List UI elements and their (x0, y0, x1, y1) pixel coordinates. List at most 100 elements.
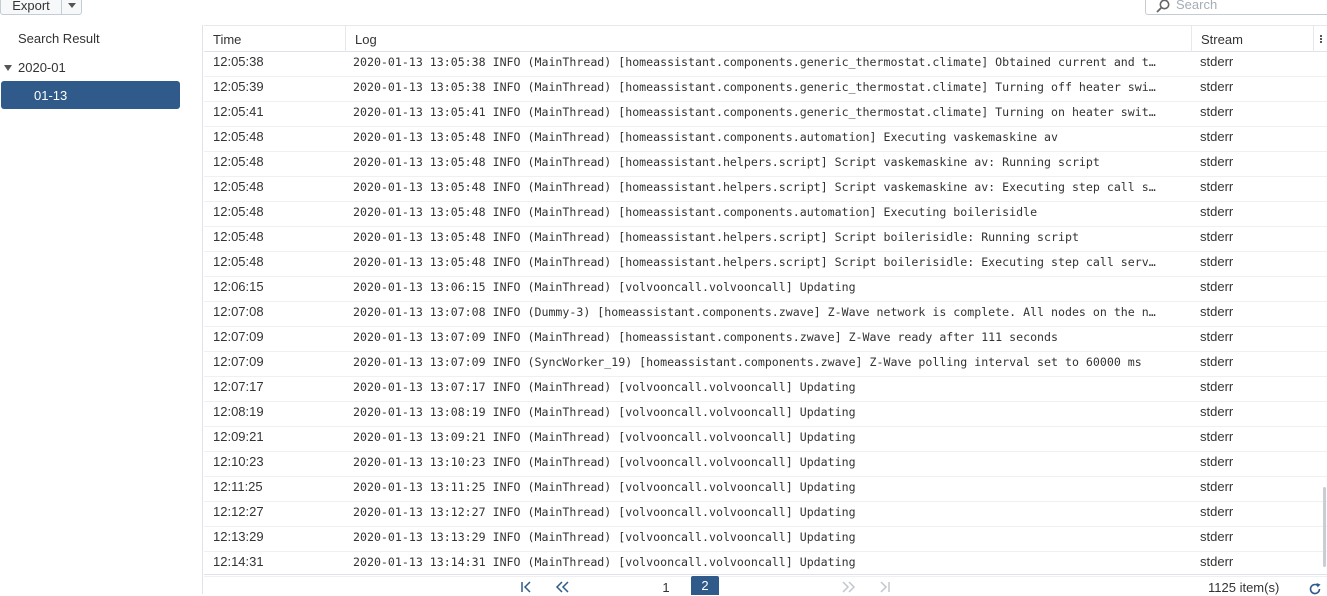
first-page-icon (521, 581, 531, 593)
cell-time: 12:13:29 (213, 529, 264, 544)
table-row[interactable]: 12:06:15 2020-01-13 13:06:15 INFO (MainTh… (204, 277, 1327, 302)
column-header-log[interactable]: Log (346, 26, 1192, 52)
cell-log: 2020-01-13 13:06:15 INFO (MainThread) [v… (353, 280, 856, 294)
cell-stream: stderr (1200, 254, 1234, 269)
cell-log: 2020-01-13 13:07:09 INFO (MainThread) [h… (353, 330, 1058, 344)
table-row[interactable]: 12:11:25 2020-01-13 13:11:25 INFO (MainTh… (204, 477, 1327, 502)
table-row[interactable]: 12:09:21 2020-01-13 13:09:21 INFO (MainTh… (204, 427, 1327, 452)
cell-log: 2020-01-13 13:05:48 INFO (MainThread) [h… (353, 155, 1100, 169)
last-page-icon (880, 581, 890, 593)
table-row[interactable]: 12:05:39 2020-01-13 13:05:38 INFO (MainTh… (204, 77, 1327, 102)
cell-stream: stderr (1200, 279, 1234, 294)
cell-time: 12:05:38 (213, 54, 264, 69)
cell-time: 12:07:08 (213, 304, 264, 319)
cell-stream: stderr (1200, 154, 1234, 169)
table-row[interactable]: 12:07:09 2020-01-13 13:07:09 INFO (MainTh… (204, 327, 1327, 352)
cell-log: 2020-01-13 13:07:08 INFO (Dummy-3) [home… (353, 305, 1156, 319)
table-row[interactable]: 12:13:29 2020-01-13 13:13:29 INFO (MainTh… (204, 527, 1327, 552)
tree-node-year[interactable]: 2020-01 (4, 60, 66, 75)
cell-time: 12:12:27 (213, 504, 264, 519)
toolbar: Export (0, 0, 1327, 24)
cell-time: 12:05:48 (213, 229, 264, 244)
cell-time: 12:10:23 (213, 454, 264, 469)
column-header-stream[interactable]: Stream (1192, 26, 1314, 52)
cell-log: 2020-01-13 13:05:38 INFO (MainThread) [h… (353, 80, 1156, 94)
table-row[interactable]: 12:10:23 2020-01-13 13:10:23 INFO (MainTh… (204, 452, 1327, 477)
tree-node-day-label: 01-13 (34, 87, 68, 103)
column-header-time[interactable]: Time (204, 26, 346, 52)
cell-time: 12:14:31 (213, 554, 264, 569)
double-chevron-right-icon (842, 581, 856, 593)
export-dropdown-button[interactable] (61, 0, 82, 15)
cell-stream: stderr (1200, 54, 1234, 69)
cell-time: 12:05:48 (213, 204, 264, 219)
cell-time: 12:05:48 (213, 129, 264, 144)
cell-time: 12:11:25 (213, 479, 263, 494)
cell-log: 2020-01-13 13:05:48 INFO (MainThread) [h… (353, 230, 1079, 244)
cell-log: 2020-01-13 13:07:17 INFO (MainThread) [v… (353, 380, 856, 394)
export-button[interactable]: Export (0, 0, 62, 15)
table-row[interactable]: 12:07:09 2020-01-13 13:07:09 INFO (SyncWo… (204, 352, 1327, 377)
sidebar: Search Result 2020-01 01-13 (0, 25, 203, 594)
next-page-button[interactable] (839, 579, 857, 595)
column-menu-button[interactable] (1314, 26, 1327, 52)
cell-stream: stderr (1200, 354, 1234, 369)
cell-log: 2020-01-13 13:05:48 INFO (MainThread) [h… (353, 205, 1038, 219)
cell-log: 2020-01-13 13:13:29 INFO (MainThread) [v… (353, 530, 856, 544)
cell-stream: stderr (1200, 454, 1234, 469)
expand-triangle-icon[interactable] (4, 64, 12, 71)
tree-node-search-result[interactable]: Search Result (18, 31, 100, 46)
cell-log: 2020-01-13 13:05:48 INFO (MainThread) [h… (353, 180, 1156, 194)
cell-stream: stderr (1200, 104, 1234, 119)
table-row[interactable]: 12:05:38 2020-01-13 13:05:38 INFO (MainTh… (204, 52, 1327, 77)
table-row[interactable]: 12:12:27 2020-01-13 13:12:27 INFO (MainTh… (204, 502, 1327, 527)
table-row[interactable]: 12:05:48 2020-01-13 13:05:48 INFO (MainTh… (204, 227, 1327, 252)
chevron-down-icon (67, 3, 76, 8)
cell-time: 12:07:09 (213, 329, 264, 344)
table-row[interactable]: 12:07:17 2020-01-13 13:07:17 INFO (MainTh… (204, 377, 1327, 402)
cell-log: 2020-01-13 13:05:48 INFO (MainThread) [h… (353, 255, 1156, 269)
cell-stream: stderr (1200, 329, 1234, 344)
cell-log: 2020-01-13 13:12:27 INFO (MainThread) [v… (353, 505, 856, 519)
table-row[interactable]: 12:05:48 2020-01-13 13:05:48 INFO (MainTh… (204, 177, 1327, 202)
tree-node-day-selected[interactable]: 01-13 (1, 81, 180, 109)
cell-stream: stderr (1200, 529, 1234, 544)
cell-stream: stderr (1200, 504, 1234, 519)
cell-stream: stderr (1200, 129, 1234, 144)
cell-time: 12:08:19 (213, 404, 264, 419)
search-input[interactable] (1176, 0, 1326, 12)
table-row[interactable]: 12:07:08 2020-01-13 13:07:08 INFO (Dummy-… (204, 302, 1327, 327)
last-page-button[interactable] (877, 579, 893, 595)
cell-stream: stderr (1200, 304, 1234, 319)
cell-time: 12:05:48 (213, 154, 264, 169)
cell-time: 12:07:09 (213, 354, 264, 369)
cell-stream: stderr (1200, 379, 1234, 394)
table-row[interactable]: 12:05:48 2020-01-13 13:05:48 INFO (MainTh… (204, 202, 1327, 227)
cell-log: 2020-01-13 13:11:25 INFO (MainThread) [v… (353, 480, 856, 494)
first-page-button[interactable] (518, 579, 534, 595)
cell-time: 12:05:48 (213, 179, 264, 194)
cell-stream: stderr (1200, 429, 1234, 444)
table-row[interactable]: 12:05:48 2020-01-13 13:05:48 INFO (MainTh… (204, 152, 1327, 177)
page-2-button-current[interactable]: 2 (691, 576, 719, 595)
cell-log: 2020-01-13 13:07:09 INFO (SyncWorker_19)… (353, 355, 1142, 369)
search-box[interactable] (1145, 0, 1327, 15)
cell-log: 2020-01-13 13:09:21 INFO (MainThread) [v… (353, 430, 856, 444)
cell-stream: stderr (1200, 479, 1234, 494)
item-count: 1125 item(s) (1208, 580, 1280, 595)
table-row[interactable]: 12:08:19 2020-01-13 13:08:19 INFO (MainTh… (204, 402, 1327, 427)
vertical-scrollbar[interactable] (1323, 487, 1326, 567)
grid-rows: 12:05:38 2020-01-13 13:05:38 INFO (MainTh… (204, 52, 1327, 577)
cell-log: 2020-01-13 13:14:31 INFO (MainThread) [v… (353, 555, 856, 569)
page-1-button[interactable]: 1 (659, 579, 673, 595)
cell-log: 2020-01-13 13:08:19 INFO (MainThread) [v… (353, 405, 856, 419)
prev-page-button[interactable] (554, 579, 572, 595)
cell-log: 2020-01-13 13:05:48 INFO (MainThread) [h… (353, 130, 1058, 144)
cell-stream: stderr (1200, 204, 1234, 219)
cell-log: 2020-01-13 13:05:41 INFO (MainThread) [h… (353, 105, 1156, 119)
cell-stream: stderr (1200, 229, 1234, 244)
table-row[interactable]: 12:05:48 2020-01-13 13:05:48 INFO (MainTh… (204, 252, 1327, 277)
log-grid: Time Log Stream 12:05:38 2020-01-13 13:05… (204, 25, 1327, 594)
table-row[interactable]: 12:05:48 2020-01-13 13:05:48 INFO (MainTh… (204, 127, 1327, 152)
table-row[interactable]: 12:05:41 2020-01-13 13:05:41 INFO (MainTh… (204, 102, 1327, 127)
